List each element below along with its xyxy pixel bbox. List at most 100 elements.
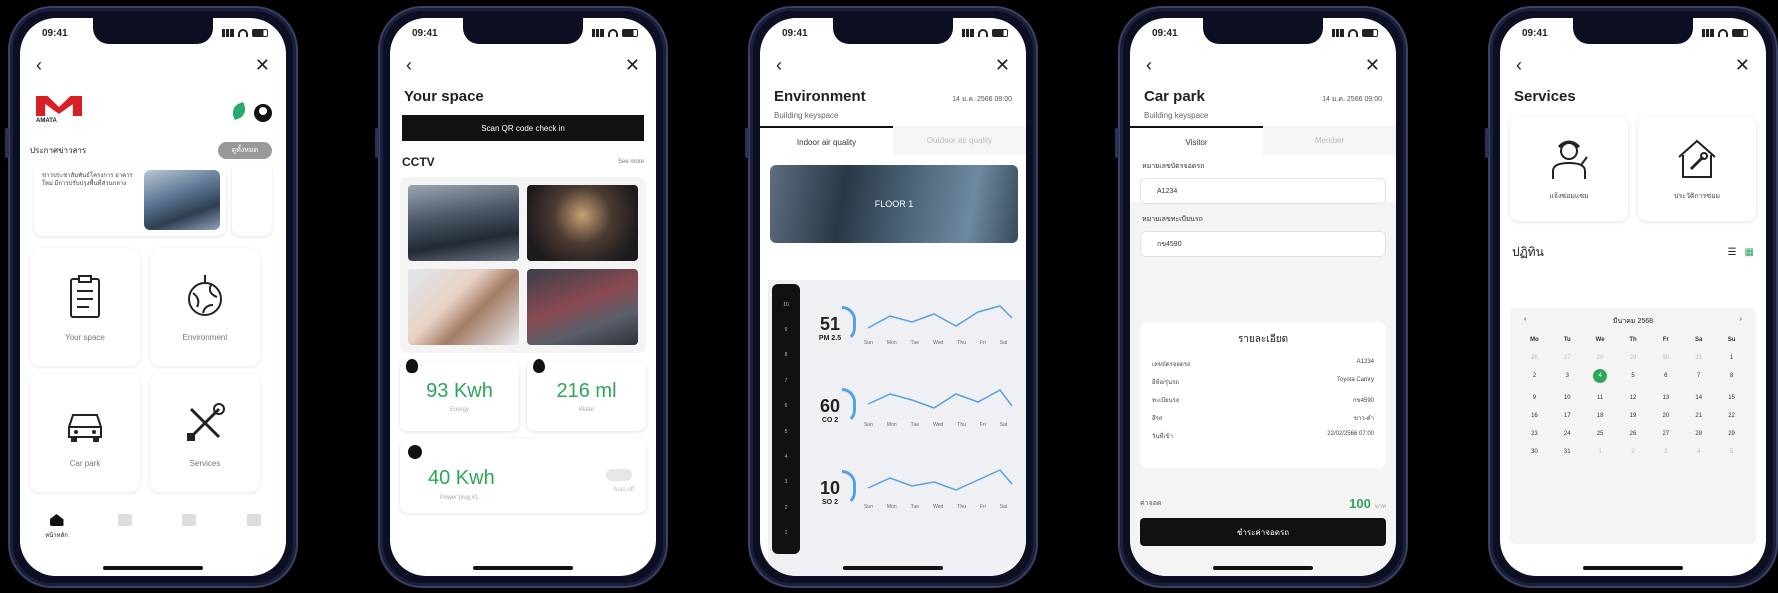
technician-icon [1552, 140, 1588, 179]
energy-card[interactable]: 93 Kwh Energy [400, 359, 519, 431]
back-icon[interactable]: ‹ [1516, 55, 1522, 76]
calendar-day[interactable]: 6 [1649, 373, 1682, 383]
pay-button[interactable]: ชำระค่าจอดรถ [1140, 518, 1386, 546]
calendar-day[interactable]: 4 [1593, 369, 1608, 383]
calendar-day[interactable]: 11 [1584, 395, 1617, 401]
cctv-heading: CCTV [402, 155, 435, 169]
calendar-day[interactable]: 31 [1551, 449, 1584, 455]
calendar-day[interactable]: 28 [1682, 431, 1715, 437]
calendar-day[interactable]: 25 [1584, 431, 1617, 437]
phone-car-park: 09:41 ‹ ✕ Car park 14 ม.ค. 2566 09:00 Buil… [1115, 6, 1408, 588]
calendar-day[interactable]: 2 [1617, 449, 1650, 455]
calendar-day[interactable]: 18 [1584, 413, 1617, 419]
grid-view-icon[interactable]: ▦ [1745, 247, 1754, 258]
repair-history-card[interactable]: ประวัติการซ่อม [1638, 117, 1756, 221]
calendar-day[interactable]: 22 [1715, 413, 1748, 419]
calendar-day[interactable]: 15 [1715, 395, 1748, 401]
cctv-feed[interactable] [527, 185, 638, 261]
water-card[interactable]: 216 ml Water [527, 359, 646, 431]
tab-member[interactable]: Member [1263, 126, 1396, 155]
close-icon[interactable]: ✕ [625, 55, 640, 76]
power-toggle[interactable] [606, 469, 632, 481]
tile-your-space[interactable]: Your space [30, 248, 140, 366]
parking-card-input[interactable]: A1234 [1140, 178, 1386, 204]
calendar-day[interactable]: 14 [1682, 395, 1715, 401]
tab-visitor[interactable]: Visitor [1130, 126, 1263, 155]
leaf-icon[interactable] [230, 102, 248, 120]
close-icon[interactable]: ✕ [995, 55, 1010, 76]
calendar-day[interactable]: 13 [1649, 395, 1682, 401]
prev-month-icon[interactable]: ‹ [1524, 316, 1526, 327]
calendar-day[interactable]: 26 [1617, 431, 1650, 437]
aqi-scale: 10 9 8 7 6 5 4 3 2 1 [772, 284, 800, 554]
close-icon[interactable]: ✕ [255, 55, 270, 76]
calendar-day[interactable]: 20 [1649, 413, 1682, 419]
calendar-day[interactable]: 27 [1649, 431, 1682, 437]
see-more-link[interactable]: See more [618, 159, 644, 165]
calendar-day[interactable]: 31 [1682, 355, 1715, 361]
company-logo: AMATA [36, 96, 86, 128]
back-icon[interactable]: ‹ [776, 55, 782, 76]
tile-environment[interactable]: Environment [150, 248, 260, 366]
tab-4[interactable] [246, 514, 261, 576]
calendar-day[interactable]: 16 [1518, 413, 1551, 419]
calendar-day[interactable]: 21 [1682, 413, 1715, 419]
calendar-day[interactable]: 26 [1518, 355, 1551, 361]
building-name: Building keyspace [1144, 111, 1209, 120]
calendar-day[interactable]: 29 [1715, 431, 1748, 437]
news-card[interactable] [232, 164, 272, 236]
calendar-day[interactable]: 5 [1715, 449, 1748, 455]
tile-services[interactable]: Services [150, 374, 260, 492]
repair-request-card[interactable]: แจ้งซ่อมแซม [1510, 117, 1628, 221]
cctv-feed[interactable] [408, 185, 519, 261]
cctv-feed[interactable] [408, 269, 519, 345]
cctv-grid [400, 177, 646, 353]
calendar-day[interactable]: 10 [1551, 395, 1584, 401]
tab-indoor[interactable]: Indoor air quality [760, 126, 893, 155]
calendar-day[interactable]: 1 [1715, 355, 1748, 361]
calendar-day[interactable]: 19 [1617, 413, 1650, 419]
page-title: Environment [774, 88, 866, 105]
tab-home[interactable]: หน้าหลัก [45, 514, 68, 576]
calendar-day[interactable]: 27 [1551, 355, 1584, 361]
profile-icon[interactable] [254, 104, 272, 122]
tab-outdoor[interactable]: Outdoor air quality [893, 126, 1026, 155]
calendar-day[interactable]: 23 [1518, 431, 1551, 437]
calendar-day[interactable]: 30 [1518, 449, 1551, 455]
back-icon[interactable]: ‹ [1146, 55, 1152, 76]
tile-car-park[interactable]: Car park [30, 374, 140, 492]
calendar-day[interactable]: 5 [1617, 373, 1650, 383]
calendar-day[interactable]: 3 [1551, 373, 1584, 383]
back-icon[interactable]: ‹ [36, 55, 42, 76]
calendar-day[interactable]: 3 [1649, 449, 1682, 455]
calendar-day[interactable]: 17 [1551, 413, 1584, 419]
tools-icon [187, 402, 225, 441]
calendar-day[interactable]: 24 [1551, 431, 1584, 437]
cctv-feed[interactable] [527, 269, 638, 345]
next-month-icon[interactable]: › [1740, 316, 1742, 327]
status-time: 09:41 [412, 27, 438, 39]
list-view-icon[interactable]: ☰ [1728, 247, 1737, 258]
close-icon[interactable]: ✕ [1735, 55, 1750, 76]
close-icon[interactable]: ✕ [1365, 55, 1380, 76]
news-card[interactable]: ข่าวประชาสัมพันธ์โครงการ อาคาร ใหม่ มีกา… [34, 164, 226, 236]
calendar-day[interactable]: 9 [1518, 395, 1551, 401]
calendar-day[interactable]: 29 [1617, 355, 1650, 361]
calendar-day[interactable]: 2 [1518, 373, 1551, 383]
calendar-day[interactable]: 30 [1649, 355, 1682, 361]
license-plate-input[interactable]: กข4590 [1140, 231, 1386, 257]
home-icon [49, 514, 64, 526]
calendar-day[interactable]: 4 [1682, 449, 1715, 455]
back-icon[interactable]: ‹ [406, 55, 412, 76]
weekday-label: Su [1727, 337, 1736, 343]
calendar-day[interactable]: 7 [1682, 373, 1715, 383]
floor-banner[interactable]: FLOOR 1 [770, 165, 1018, 243]
calendar-day[interactable]: 28 [1584, 355, 1617, 361]
scan-qr-button[interactable]: Scan QR code check in [402, 115, 644, 141]
drop-icon [533, 359, 545, 373]
see-all-button[interactable]: ดูทั้งหมด [217, 142, 272, 159]
calendar-day[interactable]: 1 [1584, 449, 1617, 455]
calendar-day[interactable]: 12 [1617, 395, 1650, 401]
power-plug-card[interactable]: 40 Kwh Power plug #1 Auto off [400, 439, 646, 513]
calendar-day[interactable]: 8 [1715, 373, 1748, 383]
